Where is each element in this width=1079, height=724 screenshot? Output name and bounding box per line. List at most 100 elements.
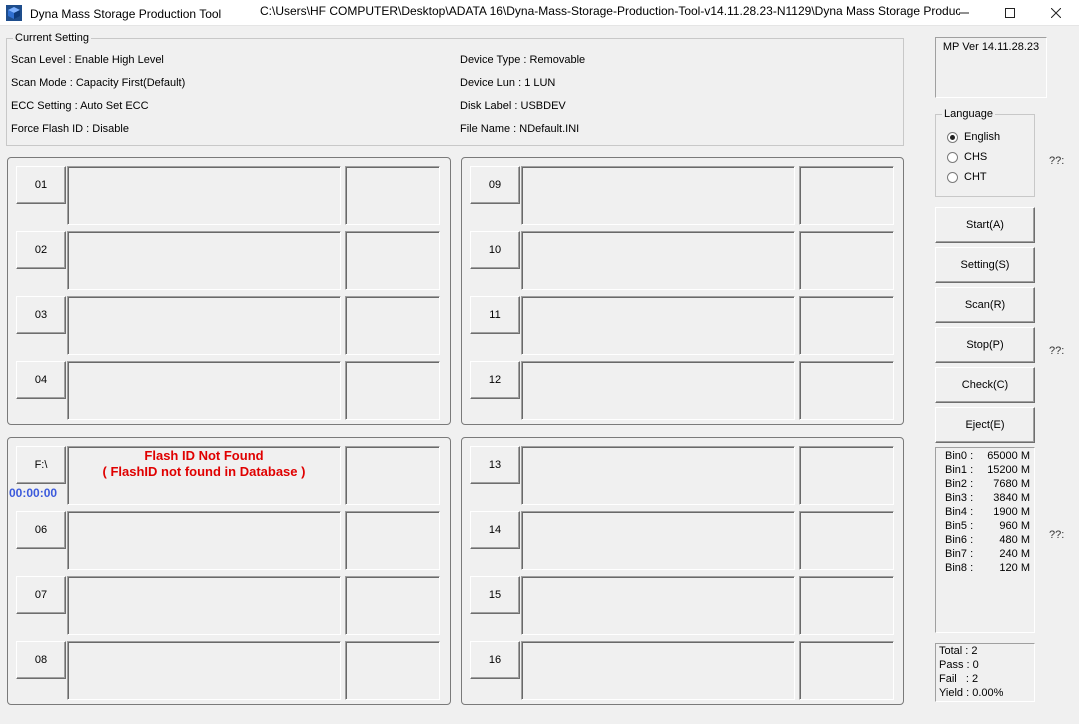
bin-value: 65000 M bbox=[987, 450, 1030, 462]
language-option-chs[interactable]: CHS bbox=[947, 151, 987, 163]
bin-value: 7680 M bbox=[993, 478, 1030, 490]
mp-version-text: MP Ver 14.11.28.23 bbox=[942, 41, 1040, 53]
scan-mode-text: Scan Mode : Capacity First(Default) bbox=[11, 77, 186, 89]
language-option-english[interactable]: English bbox=[947, 131, 1000, 143]
bin-value: 120 M bbox=[999, 562, 1030, 574]
bin-name: Bin7 : bbox=[945, 548, 974, 560]
bin-row: Bin6 : 480 M bbox=[945, 534, 1030, 546]
close-icon[interactable] bbox=[1033, 0, 1079, 26]
port-info-11 bbox=[799, 296, 894, 355]
port-button-02[interactable]: 02 bbox=[16, 231, 66, 269]
port-status-08 bbox=[67, 641, 341, 700]
app-icon bbox=[6, 4, 22, 21]
port-button-06[interactable]: 06 bbox=[16, 511, 66, 549]
port-status-01 bbox=[67, 166, 341, 225]
bin-name: Bin0 : bbox=[945, 450, 974, 462]
port-button-13[interactable]: 13 bbox=[470, 446, 520, 484]
port-button-07[interactable]: 07 bbox=[16, 576, 66, 614]
maximize-icon[interactable] bbox=[987, 0, 1033, 26]
port-button-11[interactable]: 11 bbox=[470, 296, 520, 334]
port-info-16 bbox=[799, 641, 894, 700]
port-info-05 bbox=[345, 446, 440, 505]
port-status-12 bbox=[521, 361, 795, 420]
device-lun-text: Device Lun : 1 LUN bbox=[460, 77, 556, 89]
port-button-04[interactable]: 04 bbox=[16, 361, 66, 399]
bin-row: Bin0 : 65000 M bbox=[945, 450, 1030, 462]
bin-row: Bin2 : 7680 M bbox=[945, 478, 1030, 490]
current-setting-legend: Current Setting bbox=[15, 32, 89, 44]
setting-button[interactable]: Setting(S) bbox=[935, 247, 1035, 283]
radio-icon[interactable] bbox=[947, 171, 958, 183]
bin-row: Bin3 : 3840 M bbox=[945, 492, 1030, 504]
yield-value: Yield : 0.00% bbox=[939, 687, 1004, 699]
port-button-01[interactable]: 01 bbox=[16, 166, 66, 204]
port-info-07 bbox=[345, 576, 440, 635]
port-status-15 bbox=[521, 576, 795, 635]
check-button[interactable]: Check(C) bbox=[935, 367, 1035, 403]
total-count: Total : 2 bbox=[939, 645, 978, 657]
language-option-label: CHS bbox=[964, 151, 988, 163]
port-timer-05: 00:00:00 bbox=[9, 486, 58, 500]
side-mark-3: ??: bbox=[1049, 529, 1065, 541]
pass-count: Pass : 0 bbox=[939, 659, 979, 671]
port-button-14[interactable]: 14 bbox=[470, 511, 520, 549]
bin-value: 3840 M bbox=[993, 492, 1030, 504]
port-status-06 bbox=[67, 511, 341, 570]
port-button-05[interactable]: F:\ bbox=[16, 446, 66, 484]
port-status-09 bbox=[521, 166, 795, 225]
port-status-14 bbox=[521, 511, 795, 570]
port-button-09[interactable]: 09 bbox=[470, 166, 520, 204]
current-setting-group: Current Setting bbox=[6, 32, 904, 146]
start-button[interactable]: Start(A) bbox=[935, 207, 1035, 243]
language-option-label: English bbox=[964, 131, 1001, 143]
port-status-02 bbox=[67, 231, 341, 290]
language-option-cht[interactable]: CHT bbox=[947, 171, 987, 183]
scan-level-text: Scan Level : Enable High Level bbox=[11, 54, 164, 66]
side-mark-2: ??: bbox=[1049, 345, 1065, 357]
bin-value: 960 M bbox=[999, 520, 1030, 532]
bin-name: Bin6 : bbox=[945, 534, 974, 546]
port-status-10 bbox=[521, 231, 795, 290]
port-button-03[interactable]: 03 bbox=[16, 296, 66, 334]
scan-button[interactable]: Scan(R) bbox=[935, 287, 1035, 323]
port-button-15[interactable]: 15 bbox=[470, 576, 520, 614]
bin-name: Bin1 : bbox=[945, 464, 974, 476]
port-status-04 bbox=[67, 361, 341, 420]
port-info-02 bbox=[345, 231, 440, 290]
bin-name: Bin5 : bbox=[945, 520, 974, 532]
bin-name: Bin8 : bbox=[945, 562, 974, 574]
port-info-04 bbox=[345, 361, 440, 420]
bin-value: 15200 M bbox=[987, 464, 1030, 476]
port-button-12[interactable]: 12 bbox=[470, 361, 520, 399]
radio-icon[interactable] bbox=[947, 151, 958, 163]
bin-value: 240 M bbox=[999, 548, 1030, 560]
minimize-icon[interactable] bbox=[941, 0, 987, 26]
title-bar[interactable]: Dyna Mass Storage Production Tool C:\User… bbox=[0, 0, 1079, 26]
port-info-15 bbox=[799, 576, 894, 635]
port-status-11 bbox=[521, 296, 795, 355]
port-status-16 bbox=[521, 641, 795, 700]
port-button-16[interactable]: 16 bbox=[470, 641, 520, 679]
port-info-13 bbox=[799, 446, 894, 505]
ecc-setting-text: ECC Setting : Auto Set ECC bbox=[11, 100, 149, 112]
port-status-03 bbox=[67, 296, 341, 355]
flash-id-error-detail: ( FlashID not found in Database ) bbox=[102, 464, 306, 479]
bin-name: Bin4 : bbox=[945, 506, 974, 518]
bin-value: 1900 M bbox=[993, 506, 1030, 518]
language-legend: Language bbox=[944, 108, 993, 120]
language-option-label: CHT bbox=[964, 171, 987, 183]
port-status-13 bbox=[521, 446, 795, 505]
port-info-06 bbox=[345, 511, 440, 570]
device-type-text: Device Type : Removable bbox=[460, 54, 586, 66]
port-button-10[interactable]: 10 bbox=[470, 231, 520, 269]
stop-button[interactable]: Stop(P) bbox=[935, 327, 1035, 363]
port-info-14 bbox=[799, 511, 894, 570]
force-flash-id-text: Force Flash ID : Disable bbox=[11, 123, 129, 135]
bin-value: 480 M bbox=[999, 534, 1030, 546]
port-info-12 bbox=[799, 361, 894, 420]
port-button-08[interactable]: 08 bbox=[16, 641, 66, 679]
eject-button[interactable]: Eject(E) bbox=[935, 407, 1035, 443]
radio-selected-icon[interactable] bbox=[947, 131, 958, 143]
side-mark-1: ??: bbox=[1049, 155, 1065, 167]
port-status-07 bbox=[67, 576, 341, 635]
